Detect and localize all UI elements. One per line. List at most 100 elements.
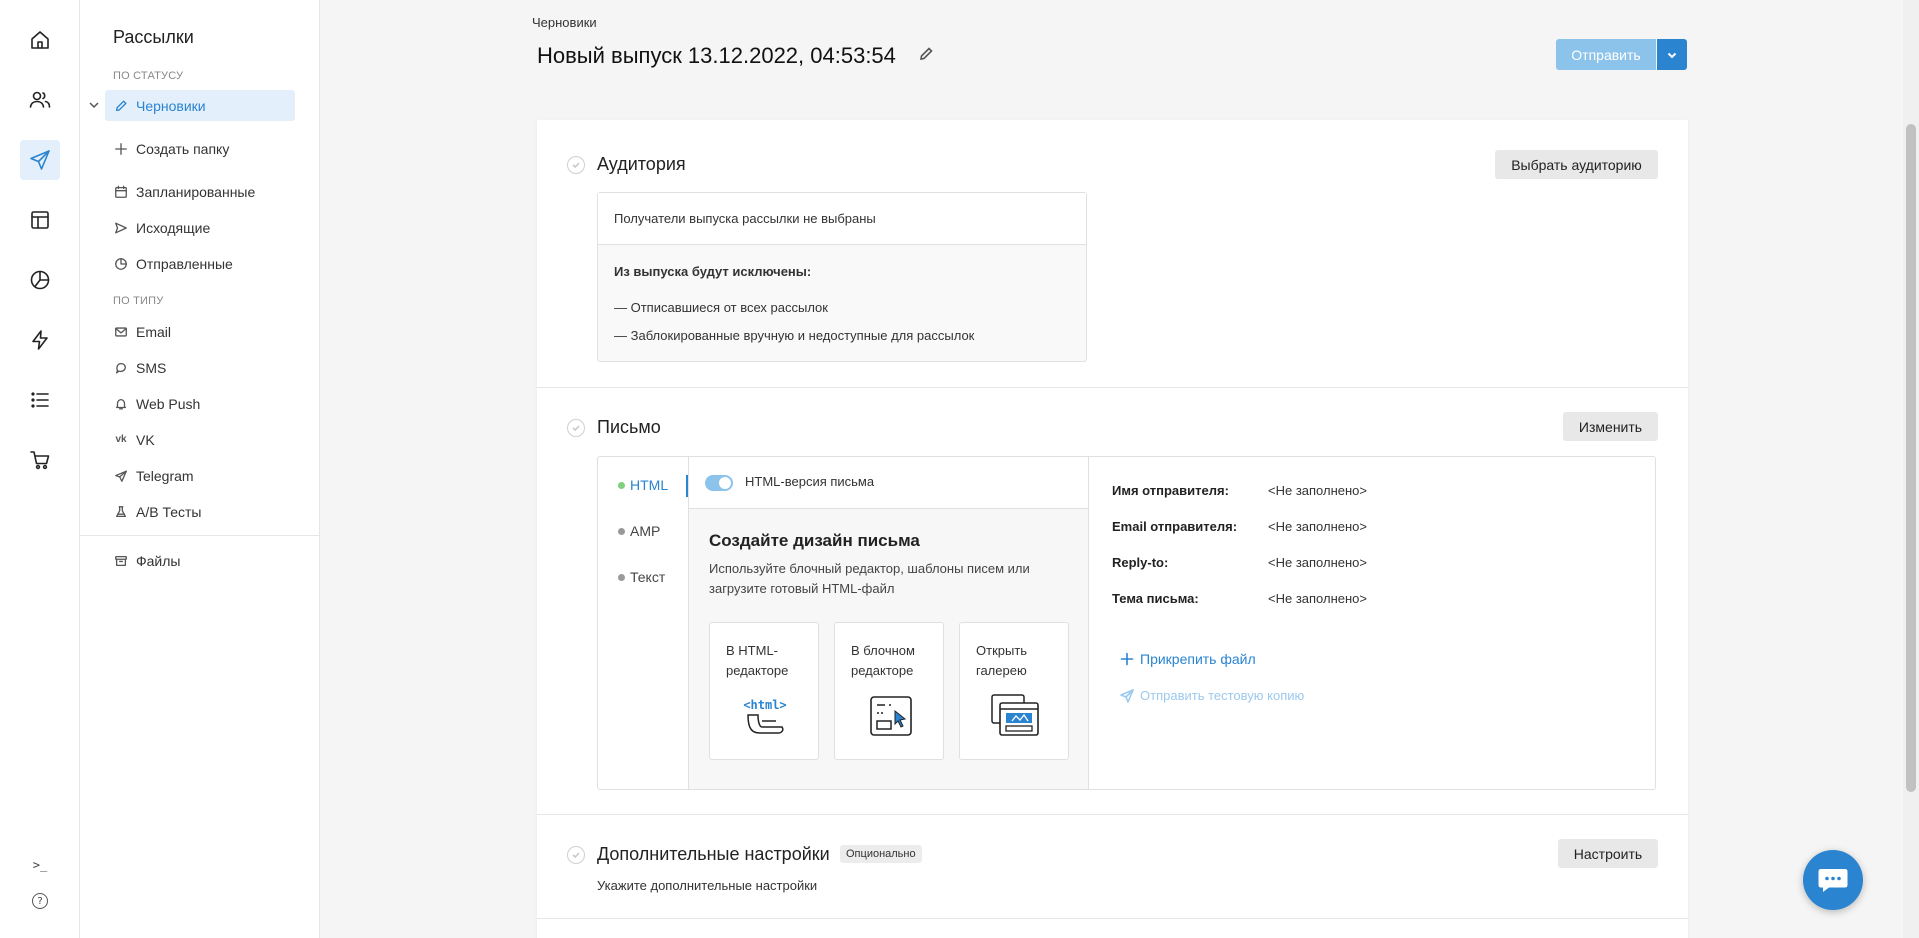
send-dropdown-button[interactable]: [1657, 39, 1687, 70]
status-dot-icon: [618, 527, 625, 535]
automation-icon[interactable]: [20, 320, 60, 360]
sidebar-item-drafts[interactable]: Черновики: [105, 90, 295, 121]
help-icon[interactable]: ?: [32, 893, 48, 909]
option-label: В HTML-редакторе: [726, 643, 789, 678]
send-plane-icon: [1120, 688, 1134, 703]
block-editor-icon: [870, 696, 912, 736]
sidebar-item-label: SMS: [136, 359, 167, 376]
cart-icon[interactable]: [20, 440, 60, 480]
status-dot-icon: [618, 573, 625, 581]
sender-name-value: <Не заполнено>: [1268, 483, 1367, 498]
attach-file-label: Прикрепить файл: [1140, 651, 1256, 667]
gallery-option[interactable]: Открыть галерею: [959, 622, 1069, 760]
excluded-item: — Отписавшиеся от всех рассылок: [614, 300, 828, 315]
optional-badge: Опционально: [840, 845, 922, 863]
flask-icon: [113, 504, 129, 520]
scrollbar-thumb[interactable]: [1906, 124, 1916, 792]
audience-check-icon: [567, 156, 585, 174]
extra-check-icon: [567, 846, 585, 864]
list-icon[interactable]: [20, 380, 60, 420]
mailings-sidebar: Рассылки ПО СТАТУСУ Черновики Создать па…: [80, 0, 320, 938]
html-version-row: HTML-версия письма: [689, 457, 1088, 509]
html-editor-option[interactable]: В HTML-редакторе <html>: [709, 622, 819, 760]
send-plane-icon[interactable]: [20, 140, 60, 180]
status-dot-icon: [618, 481, 625, 489]
send-test-copy-label: Отправить тестовую копию: [1140, 688, 1305, 703]
calendar-icon: [113, 184, 129, 200]
option-label: Открыть галерею: [976, 643, 1028, 678]
sidebar-item-email[interactable]: Email: [105, 316, 295, 347]
sidebar-item-label: Email: [136, 323, 172, 340]
tab-html[interactable]: HTML: [618, 477, 668, 493]
plus-icon: [1120, 652, 1134, 666]
html-version-toggle[interactable]: [705, 475, 733, 491]
console-icon[interactable]: >_: [28, 853, 52, 877]
sidebar-item-ab-tests[interactable]: A/B Тесты: [105, 496, 295, 527]
sidebar-item-label: Создать папку: [136, 140, 230, 157]
telegram-icon: [113, 468, 129, 484]
issue-card: Аудитория Выбрать аудиторию Получатели в…: [537, 120, 1688, 938]
attach-file-link[interactable]: Прикрепить файл: [1120, 651, 1256, 667]
section-divider: [537, 387, 1688, 388]
edit-letter-button[interactable]: Изменить: [1563, 412, 1658, 441]
sidebar-item-outgoing[interactable]: Исходящие: [105, 212, 295, 243]
icon-rail: >_ ?: [0, 0, 80, 938]
toggle-label: HTML-версия письма: [745, 474, 875, 489]
sidebar-item-webpush[interactable]: Web Push: [105, 388, 295, 419]
sidebar-title: Рассылки: [113, 27, 194, 47]
sidebar-item-telegram[interactable]: Telegram: [105, 460, 295, 491]
letter-check-icon: [567, 419, 585, 437]
breadcrumb[interactable]: Черновики: [532, 15, 597, 30]
pencil-icon: [113, 98, 129, 114]
no-recipients-text: Получатели выпуска рассылки не выбраны: [614, 211, 876, 226]
reply-to-value: <Не заполнено>: [1268, 555, 1367, 570]
chevron-down-icon[interactable]: [88, 98, 100, 110]
send-button[interactable]: Отправить: [1556, 39, 1656, 70]
home-icon[interactable]: [20, 20, 60, 60]
type-section-label: ПО ТИПУ: [113, 295, 164, 307]
sidebar-item-label: Исходящие: [136, 219, 211, 236]
chat-widget-button[interactable]: [1803, 850, 1863, 910]
section-divider: [537, 918, 1688, 919]
chat-bubble-icon: [113, 360, 129, 376]
sender-email-label: Email отправителя:: [1112, 519, 1238, 534]
subject-label: Тема письма:: [1112, 591, 1199, 606]
sidebar-item-create-folder[interactable]: Создать папку: [105, 133, 295, 164]
letter-title: Письмо: [597, 417, 661, 437]
tab-text[interactable]: Текст: [618, 569, 665, 585]
design-title: Создайте дизайн письма: [709, 531, 920, 550]
subject-value: <Не заполнено>: [1268, 591, 1367, 606]
sidebar-item-label: Черновики: [136, 97, 206, 114]
edit-title-icon[interactable]: [918, 46, 936, 64]
analytics-icon[interactable]: [20, 260, 60, 300]
design-pane: HTML-версия письма Создайте дизайн письм…: [689, 457, 1088, 789]
sidebar-item-files[interactable]: Файлы: [105, 545, 295, 576]
html-code-icon: <html>: [743, 698, 787, 734]
block-editor-option[interactable]: В блочном редакторе: [834, 622, 944, 760]
configure-button[interactable]: Настроить: [1558, 839, 1658, 868]
sidebar-item-scheduled[interactable]: Запланированные: [105, 176, 295, 207]
extra-settings-title: Дополнительные настройки: [597, 844, 830, 864]
audience-title: Аудитория: [597, 154, 686, 174]
outgoing-icon: [113, 220, 129, 236]
sidebar-item-label: Web Push: [136, 395, 201, 412]
contacts-icon[interactable]: [20, 80, 60, 120]
sidebar-item-label: Запланированные: [136, 183, 256, 200]
pie-clock-icon: [113, 256, 129, 272]
templates-icon[interactable]: [20, 200, 60, 240]
chevron-down-icon: [1667, 52, 1677, 58]
send-test-copy-link[interactable]: Отправить тестовую копию: [1120, 688, 1304, 703]
bell-icon: [113, 396, 129, 412]
design-description: Используйте блочный редактор, шаблоны пи…: [709, 561, 1030, 596]
choose-audience-button[interactable]: Выбрать аудиторию: [1495, 150, 1658, 179]
gallery-icon: [991, 694, 1039, 736]
extra-settings-description: Укажите дополнительные настройки: [597, 878, 818, 893]
sidebar-item-sent[interactable]: Отправленные: [105, 248, 295, 279]
sidebar-item-label: VK: [136, 431, 155, 448]
archive-icon: [113, 553, 129, 569]
tab-label: AMP: [630, 523, 661, 539]
sidebar-item-sms[interactable]: SMS: [105, 352, 295, 383]
vk-icon: vk: [115, 434, 127, 445]
tab-amp[interactable]: AMP: [618, 523, 660, 539]
sidebar-item-vk[interactable]: vk VK: [105, 424, 295, 455]
